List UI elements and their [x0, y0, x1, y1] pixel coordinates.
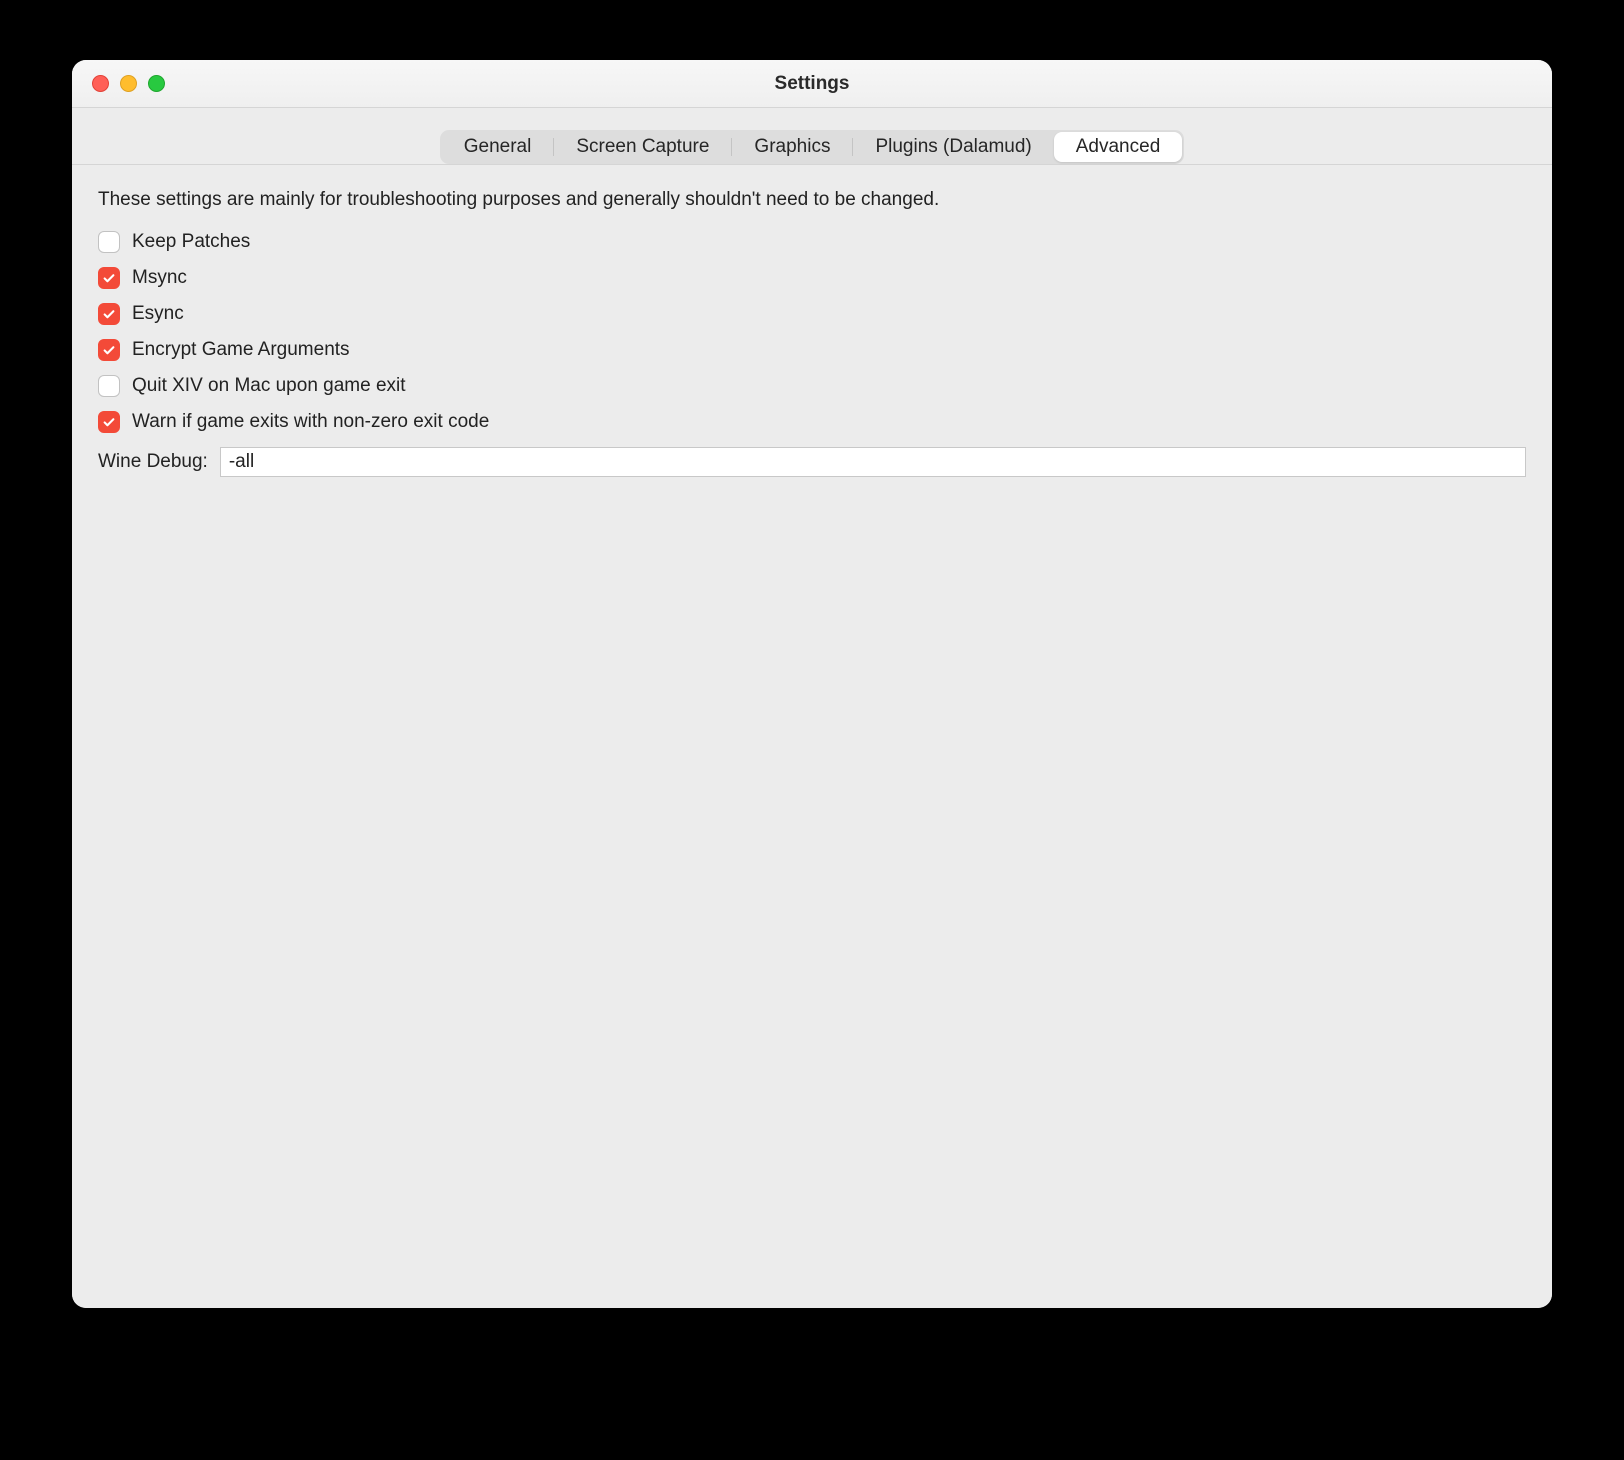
checkbox-msync[interactable]: Msync	[98, 267, 1526, 289]
checkbox-box[interactable]	[98, 267, 120, 289]
checkbox-box[interactable]	[98, 231, 120, 253]
close-button[interactable]	[92, 75, 109, 92]
settings-window: Settings General Screen Capture Graphics…	[72, 60, 1552, 1308]
wine-debug-row: Wine Debug:	[98, 447, 1526, 477]
tab-general[interactable]: General	[442, 132, 554, 162]
checkbox-label: Msync	[132, 267, 187, 289]
advanced-description: These settings are mainly for troublesho…	[98, 189, 1526, 211]
wine-debug-label: Wine Debug:	[98, 451, 208, 473]
zoom-button[interactable]	[148, 75, 165, 92]
checkbox-box[interactable]	[98, 411, 120, 433]
check-icon	[102, 343, 116, 357]
advanced-panel: These settings are mainly for troublesho…	[72, 165, 1552, 1308]
checkbox-box[interactable]	[98, 375, 120, 397]
tab-graphics[interactable]: Graphics	[732, 132, 852, 162]
tab-plugins[interactable]: Plugins (Dalamud)	[853, 132, 1053, 162]
checkbox-label: Quit XIV on Mac upon game exit	[132, 375, 406, 397]
checkbox-esync[interactable]: Esync	[98, 303, 1526, 325]
tab-advanced[interactable]: Advanced	[1054, 132, 1183, 162]
checkbox-label: Keep Patches	[132, 231, 250, 253]
check-icon	[102, 307, 116, 321]
tabbar-container: General Screen Capture Graphics Plugins …	[72, 108, 1552, 165]
checkbox-label: Esync	[132, 303, 184, 325]
checkbox-label: Warn if game exits with non-zero exit co…	[132, 411, 489, 433]
check-icon	[102, 271, 116, 285]
checkbox-box[interactable]	[98, 303, 120, 325]
checkbox-quit-on-exit[interactable]: Quit XIV on Mac upon game exit	[98, 375, 1526, 397]
traffic-lights	[72, 75, 165, 92]
check-icon	[102, 415, 116, 429]
tab-screen-capture[interactable]: Screen Capture	[554, 132, 731, 162]
checkbox-warn-exit[interactable]: Warn if game exits with non-zero exit co…	[98, 411, 1526, 433]
tabbar: General Screen Capture Graphics Plugins …	[440, 130, 1185, 164]
checkbox-keep-patches[interactable]: Keep Patches	[98, 231, 1526, 253]
checkbox-label: Encrypt Game Arguments	[132, 339, 350, 361]
checkbox-encrypt-args[interactable]: Encrypt Game Arguments	[98, 339, 1526, 361]
window-title: Settings	[72, 73, 1552, 95]
minimize-button[interactable]	[120, 75, 137, 92]
wine-debug-input[interactable]	[220, 447, 1526, 477]
titlebar: Settings	[72, 60, 1552, 108]
checkbox-box[interactable]	[98, 339, 120, 361]
